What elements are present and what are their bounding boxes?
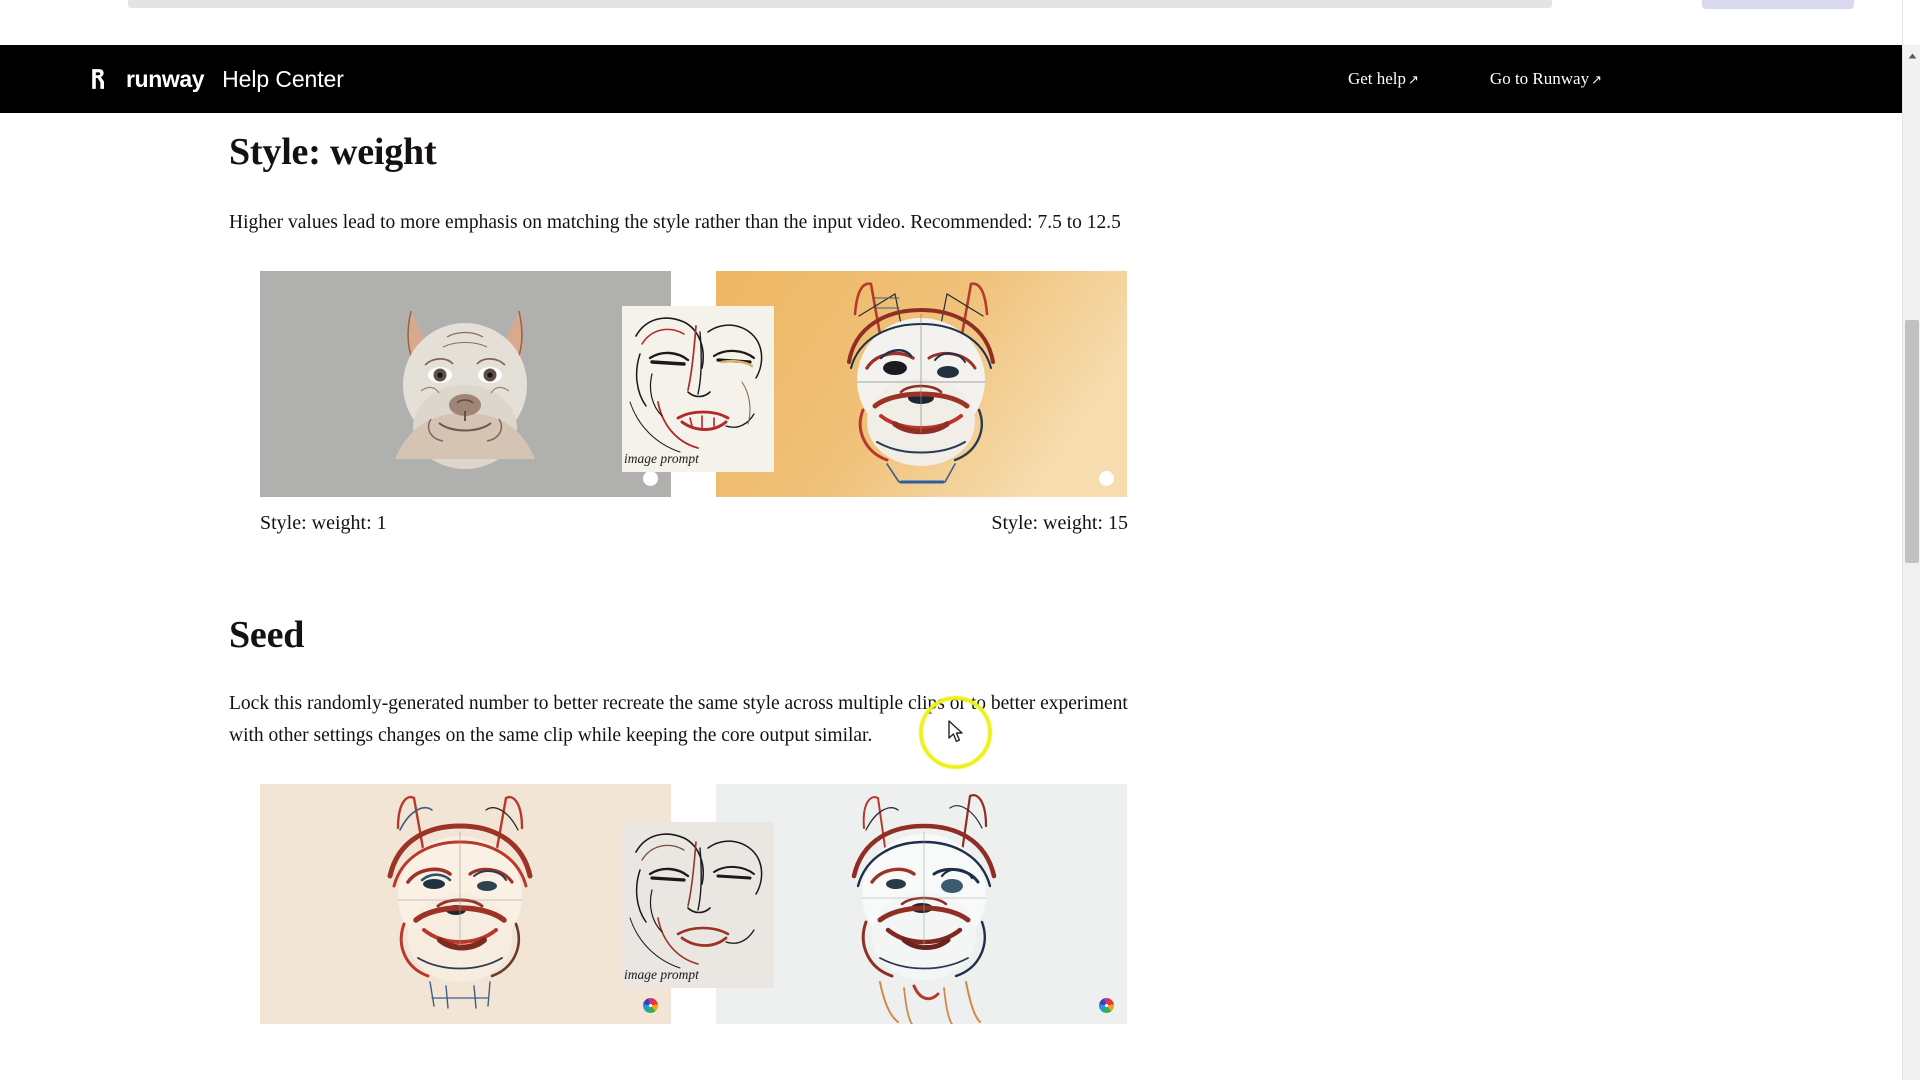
seed-description: Lock this randomly-generated number to b… [229,693,1128,746]
brand-logo-block[interactable]: runway Help Center [89,66,344,93]
go-to-runway-label: Go to Runway [1489,69,1590,88]
site-header: runway Help Center Get help ↗ Go to Runwa… [0,45,1902,113]
comparison-captions: Style: weight: 1 Style: weight: 15 [260,512,1128,535]
artwork-image-prompt-face [622,822,774,988]
get-help-link[interactable]: Get help ↗ [1348,69,1419,89]
go-to-runway-link[interactable]: Go to Runway ↗ [1490,69,1602,89]
color-wheel-icon [643,998,658,1013]
style-weight-description: Higher values lead to more emphasis on m… [229,212,1121,233]
page-title-seed: Seed [229,614,305,656]
white-dot-icon [1099,471,1114,486]
artwork-bulldog-sketch-orange [716,271,1127,497]
image-prompt-card: image prompt [622,822,774,988]
comparison-frames: image prompt [260,784,1128,1024]
brand-wordmark: runway [126,65,205,92]
image-prompt-card: image prompt [622,306,774,472]
page-title-style-weight: Style: weight [229,131,437,173]
artwork-bulldog-sketch-pale [716,784,1127,1024]
scrollbar-thumb[interactable] [1905,320,1919,563]
comparison-frame-left[interactable] [260,784,671,1024]
caption-right: Style: weight: 15 [991,512,1128,534]
comparison-frame-right[interactable] [716,271,1127,497]
triangle-up-icon[interactable] [1903,47,1920,64]
white-dot-icon [643,471,658,486]
comparison-frames: image prompt [260,271,1128,497]
seed-comparison-figure: image prompt [260,784,1128,1024]
scrollbar-track-top [1903,0,1920,45]
style-weight-comparison-figure: image prompt Style: weight: 1 Style: wei… [260,271,1128,535]
brand-product-name: Help Center [222,65,344,92]
caption-left: Style: weight: 1 [260,512,387,534]
image-prompt-label: image prompt [624,967,699,982]
external-link-icon: ↗ [1591,72,1602,87]
browser-tab-strip[interactable] [128,0,1552,8]
browser-omnibox-pill[interactable] [1702,0,1854,9]
browser-chrome [0,0,1920,45]
artwork-image-prompt-face [622,306,774,472]
comparison-frame-left[interactable] [260,271,671,497]
vertical-scrollbar[interactable] [1902,0,1920,1080]
external-link-icon: ↗ [1408,72,1419,87]
artwork-bulldog-photoreal [260,271,671,497]
color-wheel-icon [1099,998,1114,1013]
article-content: Style: weight Higher values lead to more… [0,113,1902,1080]
comparison-frame-right[interactable] [716,784,1127,1024]
image-prompt-label: image prompt [624,451,699,466]
get-help-label: Get help [1347,69,1407,88]
header-nav: Get help ↗ Go to Runway ↗ [1348,69,1602,89]
runway-logo-icon [92,69,104,89]
artwork-bulldog-sketch-cream [260,784,671,1024]
